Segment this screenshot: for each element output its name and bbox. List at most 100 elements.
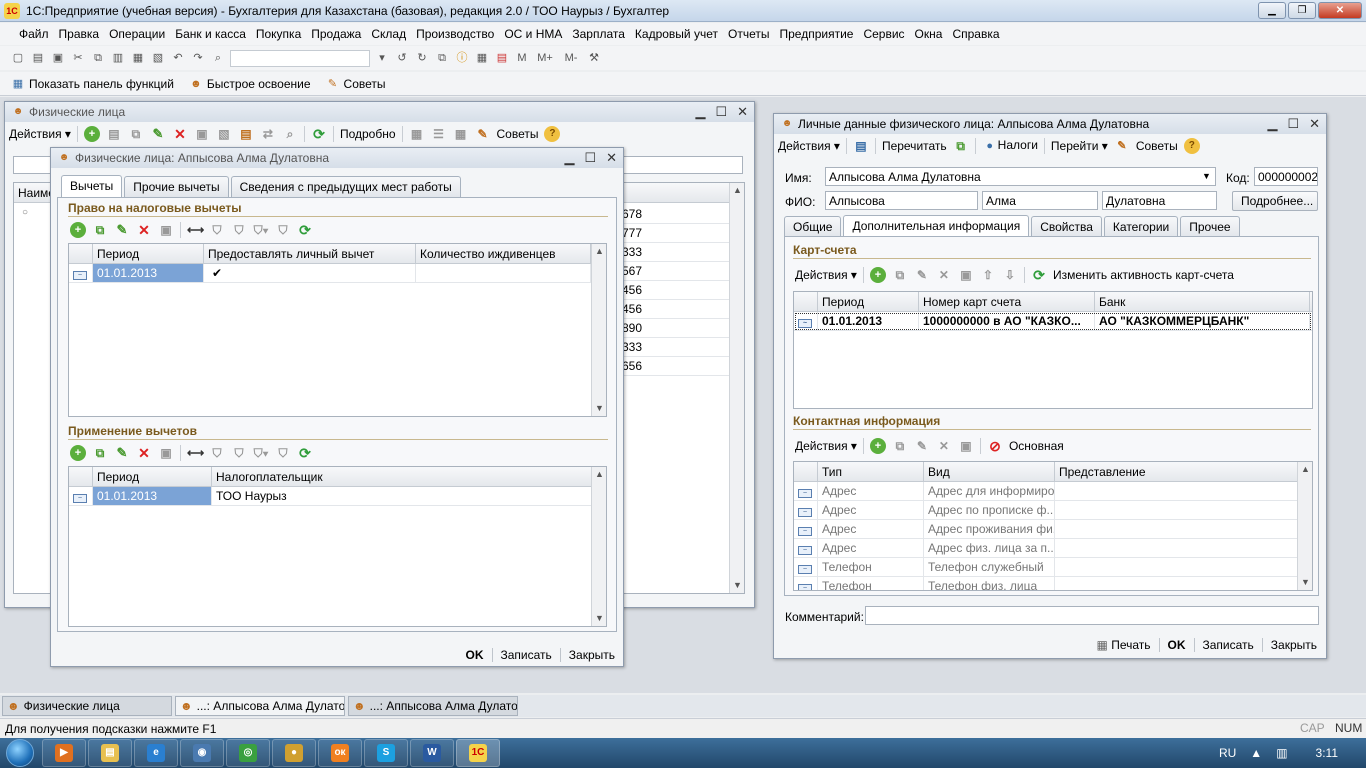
- cell-representation[interactable]: [1055, 558, 1299, 576]
- cell-type[interactable]: Адрес: [818, 482, 924, 500]
- tab-other[interactable]: Прочее: [1180, 216, 1240, 237]
- taskbar-odnoklassniki[interactable]: ок: [318, 739, 362, 767]
- comment-field[interactable]: [865, 606, 1319, 625]
- actions-menu[interactable]: Действия ▾: [778, 139, 840, 153]
- tray-arrow-icon[interactable]: ▲: [1250, 746, 1262, 760]
- search-icon[interactable]: ⌕: [210, 50, 226, 66]
- col-bank-header[interactable]: Банк: [1095, 292, 1310, 311]
- list-item[interactable]: 678: [618, 205, 730, 224]
- fio-middle-name-field[interactable]: Дулатовна: [1102, 191, 1217, 210]
- filter-icon[interactable]: ⛉: [209, 222, 225, 238]
- redo-icon[interactable]: ↷: [190, 50, 206, 66]
- taskbar-app-green[interactable]: ◎: [226, 739, 270, 767]
- maximize-icon[interactable]: ☐: [715, 104, 727, 120]
- list-item[interactable]: 333: [618, 243, 730, 262]
- edit-icon[interactable]: ✎: [114, 222, 130, 238]
- minimize-icon[interactable]: ▁: [695, 104, 705, 120]
- table-row[interactable]: ~ 01.01.2013 1000000000 в АО "КАЗКО... А…: [794, 312, 1312, 331]
- list-item[interactable]: 567: [618, 262, 730, 281]
- add-icon[interactable]: +: [869, 267, 886, 283]
- table-row[interactable]: ~ Адрес Адрес по прописке ф...: [794, 501, 1312, 520]
- paste-icon[interactable]: ▥: [110, 50, 126, 66]
- print-icon[interactable]: ▦: [409, 126, 425, 142]
- col-card-number-header[interactable]: Номер карт счета: [919, 292, 1095, 311]
- menu-windows[interactable]: Окна: [910, 27, 948, 41]
- tips-button[interactable]: Советы: [1136, 139, 1178, 153]
- list-item[interactable]: 777: [618, 224, 730, 243]
- table-row[interactable]: ~ 01.01.2013 ✔: [69, 264, 606, 283]
- structure-icon[interactable]: ▦: [453, 126, 469, 142]
- copy-icon[interactable]: ⧉: [892, 267, 908, 283]
- delete-icon[interactable]: ✕: [936, 438, 952, 454]
- minimize-icon[interactable]: ▁: [1267, 116, 1277, 132]
- cell-representation[interactable]: [1055, 482, 1299, 500]
- menu-edit[interactable]: Правка: [54, 27, 105, 41]
- help-icon[interactable]: ?: [1183, 138, 1200, 154]
- delete-icon[interactable]: ✕: [136, 222, 152, 238]
- taskbar-explorer[interactable]: ▤: [88, 739, 132, 767]
- taskbar-media-player[interactable]: ▶: [42, 739, 86, 767]
- col-period-header[interactable]: Период: [93, 244, 204, 263]
- table-row[interactable]: ~ Телефон Телефон физ. лица: [794, 577, 1312, 590]
- print-button[interactable]: ▦ Печать: [1097, 638, 1151, 652]
- table-row[interactable]: ~ Телефон Телефон служебный: [794, 558, 1312, 577]
- restore-button[interactable]: ❐: [1288, 2, 1316, 19]
- cell-type[interactable]: Телефон: [818, 577, 924, 590]
- clock[interactable]: 3:11: [1316, 746, 1338, 760]
- edit-icon[interactable]: ✎: [914, 267, 930, 283]
- save-button[interactable]: Записать: [1203, 638, 1254, 652]
- filter-list-icon[interactable]: ⛉▾: [253, 445, 269, 461]
- delete-icon[interactable]: ✕: [136, 445, 152, 461]
- delete-icon[interactable]: ✕: [936, 267, 952, 283]
- tab-deductions[interactable]: Вычеты: [61, 175, 123, 197]
- refresh-icon[interactable]: ⟳: [1031, 267, 1047, 283]
- cell-period[interactable]: 01.01.2013: [93, 487, 212, 505]
- save-icon[interactable]: ▣: [158, 222, 174, 238]
- menu-hr[interactable]: Кадровый учет: [630, 27, 723, 41]
- save-icon[interactable]: ▣: [958, 267, 974, 283]
- ok-button[interactable]: OK: [1168, 638, 1186, 652]
- menu-enterprise[interactable]: Предприятие: [774, 27, 858, 41]
- col-type-header[interactable]: Тип: [818, 462, 924, 481]
- filter-options-icon[interactable]: ⛉: [231, 445, 247, 461]
- save-button[interactable]: Записать: [501, 648, 552, 662]
- name-dropdown-icon[interactable]: ▼: [1202, 171, 1211, 181]
- quick-learn-button[interactable]: ☻ Быстрое освоение: [188, 76, 310, 92]
- menu-file[interactable]: Файл: [14, 27, 54, 41]
- preview-icon[interactable]: ▧: [150, 50, 166, 66]
- search-combo[interactable]: [230, 49, 370, 67]
- range-icon[interactable]: ⟷: [187, 445, 204, 461]
- move-down-icon[interactable]: ⇩: [1002, 267, 1018, 283]
- show-panel-button[interactable]: ▦ Показать панель функций: [10, 76, 174, 92]
- persons-list-scrollbar[interactable]: ▲ ▼: [729, 183, 744, 593]
- menu-warehouse[interactable]: Склад: [366, 27, 411, 41]
- windows-icon[interactable]: ⧉: [434, 50, 450, 66]
- tree-toggle-icon[interactable]: ○: [22, 207, 28, 218]
- close-icon[interactable]: ✕: [737, 104, 748, 120]
- more-button[interactable]: Подробнее...: [1232, 191, 1318, 211]
- maximize-icon[interactable]: ☐: [1287, 116, 1299, 132]
- cell-type[interactable]: Адрес: [818, 501, 924, 519]
- cell-type[interactable]: Адрес: [818, 520, 924, 538]
- close-button[interactable]: Закрыть: [569, 648, 615, 662]
- save-icon[interactable]: ▣: [158, 445, 174, 461]
- list-item[interactable]: 656: [618, 357, 730, 376]
- fio-last-name-field[interactable]: Алпысова: [825, 191, 978, 210]
- tab-properties[interactable]: Свойства: [1031, 216, 1102, 237]
- filter-icon[interactable]: ⛉: [209, 445, 225, 461]
- tab-general[interactable]: Общие: [784, 216, 842, 237]
- taskbar-app-ball[interactable]: ●: [272, 739, 316, 767]
- cell-representation[interactable]: [1055, 577, 1299, 590]
- refresh-icon[interactable]: ⟳: [297, 222, 313, 238]
- change-activity-button[interactable]: Изменить активность карт-счета: [1053, 268, 1234, 282]
- copy-icon[interactable]: ⧉: [90, 50, 106, 66]
- delete-icon[interactable]: ✕: [172, 126, 188, 142]
- set-main-icon[interactable]: ⊘: [987, 438, 1003, 454]
- taskbar-1c[interactable]: 1С: [456, 739, 500, 767]
- list-item[interactable]: 456: [618, 300, 730, 319]
- table-row[interactable]: ~ 01.01.2013 ТОО Наурыз: [69, 487, 606, 506]
- filter-icon[interactable]: ▧: [216, 126, 232, 142]
- filter-options-icon[interactable]: ⛉: [231, 222, 247, 238]
- table-row[interactable]: ~ Адрес Адрес для информиро...: [794, 482, 1312, 501]
- menu-production[interactable]: Производство: [411, 27, 499, 41]
